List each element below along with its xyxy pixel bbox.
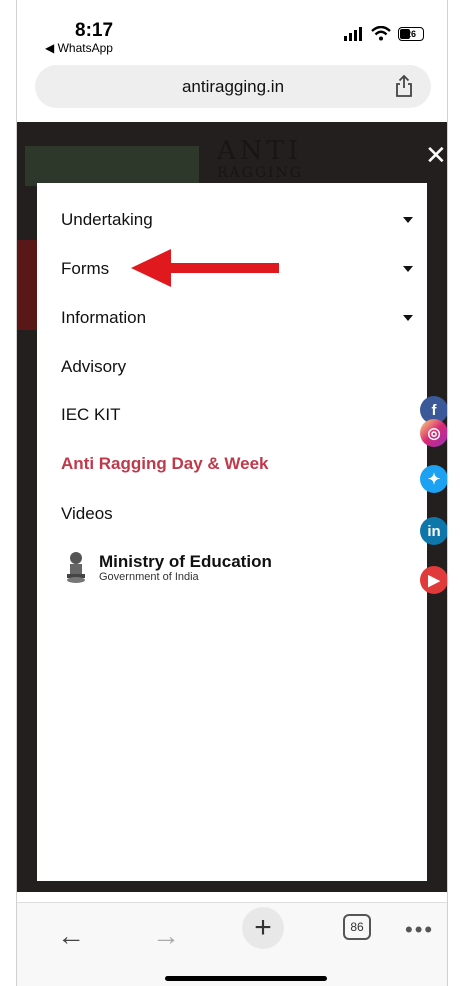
battery-level: 26 xyxy=(405,28,416,39)
tab-count-button[interactable]: 86 xyxy=(343,914,371,940)
signal-icon xyxy=(344,26,362,41)
logo-line2: RAGGING xyxy=(217,165,303,181)
twitter-icon[interactable]: ✦ xyxy=(420,465,447,493)
ministry-title: Ministry of Education xyxy=(99,551,272,571)
ministry-logo[interactable]: Ministry of Education Government of Indi… xyxy=(61,549,272,585)
instagram-icon[interactable]: ◎ xyxy=(420,419,447,447)
red-arrow-annotation xyxy=(131,249,279,287)
address-bar[interactable]: antiragging.in xyxy=(35,65,431,108)
back-to-app-link[interactable]: ◀ WhatsApp xyxy=(45,41,113,55)
forward-arrow-icon[interactable]: → xyxy=(152,920,180,952)
home-indicator xyxy=(165,976,327,981)
url-text: antiragging.in xyxy=(181,77,285,96)
menu-item-undertaking[interactable]: Undertaking xyxy=(61,210,153,230)
status-icons: 26 xyxy=(344,26,424,41)
back-arrow-icon[interactable]: ← xyxy=(57,920,85,952)
menu-item-iec-kit[interactable]: IEC KIT xyxy=(61,405,121,425)
menu-item-videos[interactable]: Videos xyxy=(61,504,113,524)
chevron-down-icon[interactable] xyxy=(403,266,413,272)
ministry-subtitle: Government of India xyxy=(99,570,199,583)
phone-screen: 8:17 ◀ WhatsApp 26 antiragging.in ANTI R… xyxy=(16,0,448,986)
youtube-icon[interactable]: ▶ xyxy=(420,566,447,594)
linkedin-icon[interactable]: in xyxy=(420,517,447,545)
anti-ragging-logo: ANTI RAGGING xyxy=(217,138,303,184)
more-options-icon[interactable]: ••• xyxy=(405,917,434,943)
wifi-icon xyxy=(371,26,391,41)
ugc-logo-banner xyxy=(25,146,199,186)
chevron-down-icon[interactable] xyxy=(403,217,413,223)
new-tab-button[interactable]: + xyxy=(242,907,284,949)
menu-item-anti-ragging-day[interactable]: Anti Ragging Day & Week xyxy=(61,454,269,474)
close-menu-icon[interactable]: ✕ xyxy=(425,140,447,171)
share-icon[interactable] xyxy=(393,74,415,98)
menu-item-forms[interactable]: Forms xyxy=(61,259,109,279)
chevron-down-icon[interactable] xyxy=(403,315,413,321)
page-red-strip xyxy=(17,240,37,330)
menu-item-advisory[interactable]: Advisory xyxy=(61,357,126,377)
menu-item-information[interactable]: Information xyxy=(61,308,146,328)
browser-toolbar: ← → + 86 ••• xyxy=(17,902,447,986)
status-time: 8:17 xyxy=(75,20,114,41)
emblem-icon xyxy=(67,552,85,583)
battery-icon: 26 xyxy=(398,26,424,41)
